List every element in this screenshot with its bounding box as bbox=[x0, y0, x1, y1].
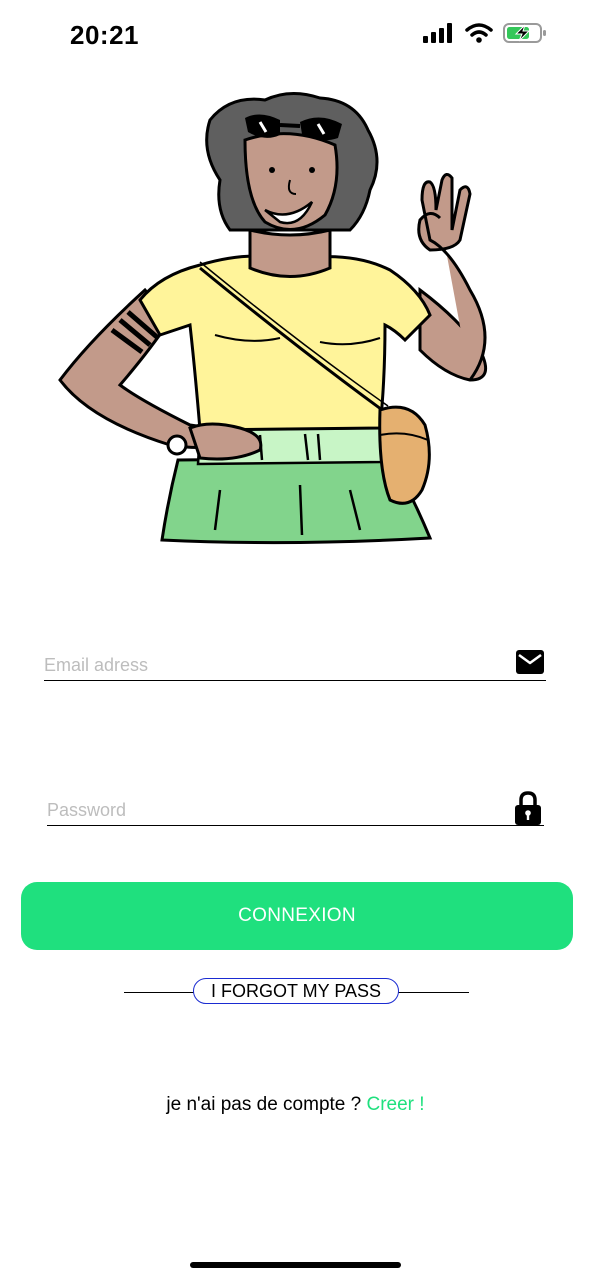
battery-charging-icon bbox=[503, 23, 546, 43]
divider-right bbox=[398, 992, 469, 993]
password-field[interactable] bbox=[47, 800, 487, 821]
cellular-signal-icon bbox=[423, 23, 452, 43]
divider-left bbox=[124, 992, 194, 993]
forgot-password-button[interactable]: I FORGOT MY PASS bbox=[193, 978, 399, 1004]
home-indicator[interactable] bbox=[190, 1262, 401, 1268]
status-time: 20:21 bbox=[70, 20, 139, 50]
status-bar: 20:21 bbox=[0, 0, 591, 70]
signup-prompt: je n'ai pas de compte ? bbox=[166, 1094, 367, 1115]
wifi-icon bbox=[465, 23, 493, 43]
woman-ok-gesture-illustration bbox=[58, 92, 488, 545]
password-field-container bbox=[47, 786, 544, 826]
envelope-icon bbox=[516, 650, 544, 674]
connexion-button[interactable]: CONNEXION bbox=[21, 882, 573, 950]
email-field-container bbox=[44, 640, 546, 681]
lock-icon bbox=[515, 791, 541, 825]
email-field[interactable] bbox=[44, 655, 484, 676]
create-account-link[interactable]: Creer ! bbox=[367, 1094, 425, 1115]
signup-row: je n'ai pas de compte ? Creer ! bbox=[0, 1094, 591, 1116]
status-icons bbox=[423, 22, 547, 44]
